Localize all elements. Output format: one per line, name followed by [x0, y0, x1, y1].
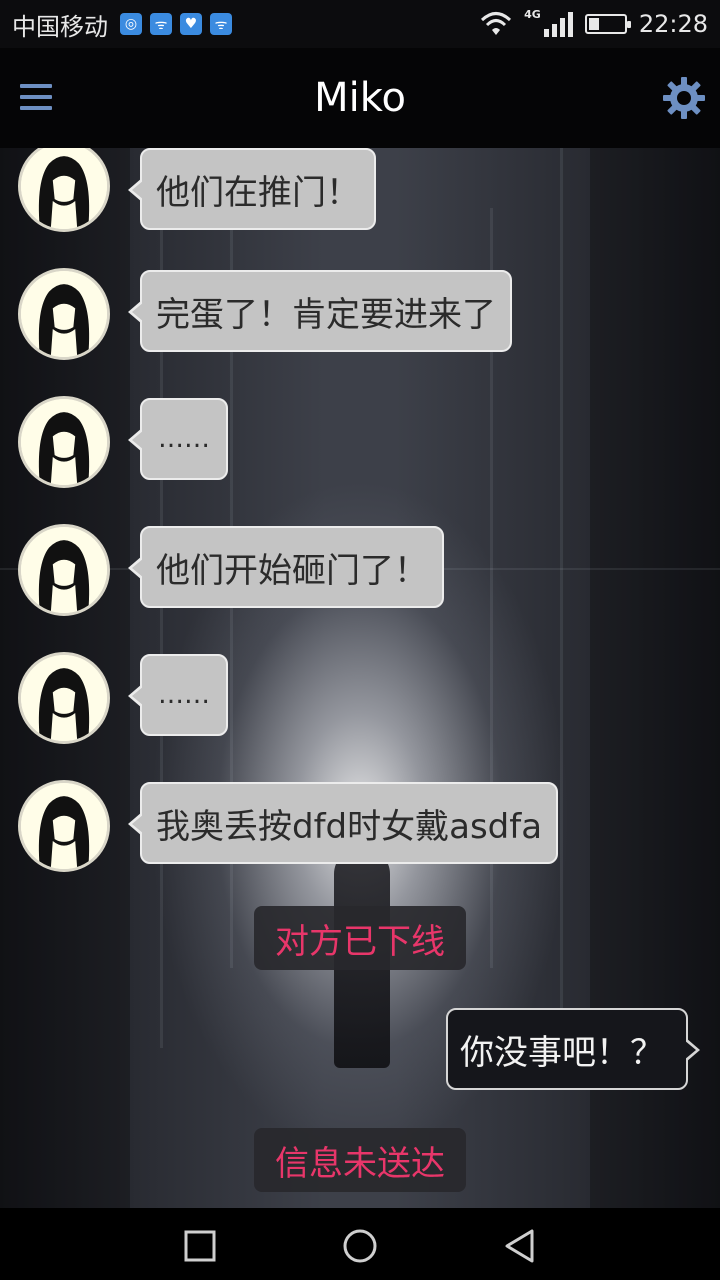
status-right: 4G 22:28 — [480, 7, 708, 38]
app-icon: ◎ — [120, 13, 142, 35]
chat-area[interactable]: 他们在推门！ 完蛋了！肯定要进来了 …… 他们开始砸门了！ …… 我奥丢按dfd… — [0, 148, 720, 1208]
battery-icon — [584, 14, 631, 34]
heart-app-icon: ♥ — [180, 13, 202, 35]
chat-title: Miko — [314, 75, 406, 121]
undelivered-notice: 信息未送达 — [254, 1128, 466, 1192]
message-row: 他们开始砸门了！ — [0, 524, 720, 624]
signal-app-icon: ᯤ — [150, 13, 172, 35]
menu-button[interactable] — [20, 84, 52, 112]
network-type: 4G — [524, 7, 541, 21]
avatar[interactable] — [18, 148, 110, 232]
avatar[interactable] — [18, 780, 110, 872]
avatar[interactable] — [18, 524, 110, 616]
hamburger-icon — [20, 84, 52, 88]
avatar[interactable] — [18, 396, 110, 488]
incoming-message: 完蛋了！肯定要进来了 — [128, 270, 512, 352]
gear-icon[interactable] — [662, 76, 706, 120]
incoming-message: 他们在推门！ — [128, 148, 376, 230]
battery-level — [588, 18, 599, 30]
incoming-message: …… — [128, 654, 228, 736]
navigation-bar — [0, 1208, 720, 1280]
clock: 22:28 — [638, 10, 708, 38]
offline-notice: 对方已下线 — [254, 906, 466, 970]
square-icon[interactable] — [180, 1226, 220, 1266]
carrier-name: 中国移动 — [12, 12, 108, 41]
status-left: 中国移动 ◎ ᯤ ♥ ᯤ — [12, 7, 480, 42]
triangle-back-icon[interactable] — [500, 1226, 540, 1266]
wifi-icon — [481, 12, 512, 35]
message-row: 完蛋了！肯定要进来了 — [0, 268, 720, 368]
outgoing-message: 你没事吧！？ — [446, 1008, 700, 1090]
status-bar: 中国移动 ◎ ᯤ ♥ ᯤ 4G 22:28 — [0, 0, 720, 48]
signal-app-icon: ᯤ — [210, 13, 232, 35]
circle-icon[interactable] — [340, 1226, 380, 1266]
incoming-message: 我奥丢按dfd时女戴asdfa — [127, 782, 559, 864]
message-row: 他们在推门！ — [0, 148, 720, 240]
hamburger-icon-line — [20, 95, 52, 99]
message-row: …… — [0, 652, 720, 752]
avatar[interactable] — [18, 652, 110, 744]
message-row: 我奥丢按dfd时女戴asdfa — [0, 780, 720, 880]
app-bar: Miko — [0, 48, 720, 148]
cell-signal-icon — [543, 12, 573, 37]
hamburger-icon-line — [20, 106, 52, 110]
avatar[interactable] — [18, 268, 110, 360]
incoming-message: 他们开始砸门了！ — [128, 526, 444, 608]
incoming-message: …… — [128, 398, 228, 480]
message-row: …… — [0, 396, 720, 496]
